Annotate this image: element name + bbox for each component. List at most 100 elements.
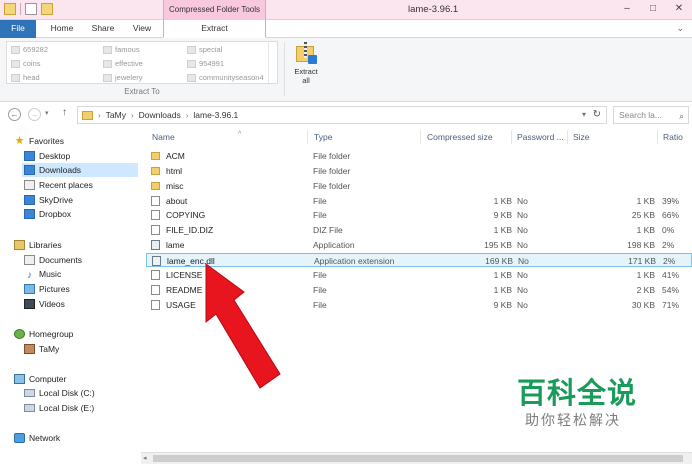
chevron-down-icon[interactable]: ⌄ — [676, 23, 684, 34]
chevron-right-icon[interactable]: › — [131, 111, 134, 120]
tab-share[interactable]: Share — [84, 20, 122, 38]
sidebar-item-downloads[interactable]: Downloads — [22, 163, 138, 177]
destination-item[interactable]: special — [187, 43, 222, 56]
sidebar-item-dropbox[interactable]: Dropbox — [24, 207, 71, 221]
column-header-type[interactable]: Type — [314, 130, 332, 144]
back-button[interactable]: ← — [8, 108, 21, 121]
compressed-size: 1 KB — [493, 284, 512, 295]
sidebar-label: Computer — [29, 374, 67, 384]
sidebar-item-music[interactable]: ♪ Music — [24, 267, 61, 281]
file-size: 30 KB — [631, 299, 655, 310]
sidebar-item-favorites[interactable]: ★ Favorites — [14, 134, 64, 148]
destination-item[interactable]: communityseason4 — [187, 71, 264, 84]
destination-item[interactable]: 954991 — [187, 57, 224, 70]
sidebar-item-libraries[interactable]: Libraries — [14, 238, 62, 252]
destination-item[interactable]: jewelery — [103, 71, 143, 84]
column-divider[interactable] — [567, 130, 568, 144]
destination-label: jewelery — [115, 73, 143, 82]
maximize-button[interactable]: □ — [640, 0, 666, 18]
column-header-name[interactable]: Name ^ — [152, 130, 241, 144]
forward-button[interactable]: → — [28, 108, 41, 121]
destination-item[interactable]: coins — [11, 57, 41, 70]
extract-to-gallery[interactable]: 659282 famous special coins effective 95… — [6, 41, 278, 84]
file-icon — [151, 210, 160, 221]
chevron-down-icon[interactable]: ▾ — [582, 110, 586, 119]
recent-locations-icon[interactable]: ▾ — [45, 109, 49, 117]
breadcrumb-current[interactable]: lame-3.96.1 — [193, 110, 238, 120]
folder-icon — [11, 45, 20, 54]
file-row[interactable]: FILE_ID.DIZ DIZ File 1 KB No 1 KB 0% — [146, 223, 692, 237]
extract-all-button[interactable]: Extract all — [290, 41, 322, 85]
file-row[interactable]: lame Application 195 KB No 198 KB 2% — [146, 238, 692, 252]
gallery-scrollbar[interactable] — [268, 42, 277, 83]
file-row[interactable]: about File 1 KB No 1 KB 39% — [146, 194, 692, 208]
sidebar-label: Videos — [39, 299, 65, 309]
breadcrumb-tamy[interactable]: TaMy — [106, 110, 126, 120]
folder-row[interactable]: ACM File folder — [146, 149, 692, 163]
file-name: USAGE — [166, 299, 196, 310]
sidebar-item-documents[interactable]: Documents — [24, 253, 82, 267]
file-type: File — [313, 284, 327, 295]
breadcrumb-downloads[interactable]: Downloads — [139, 110, 181, 120]
search-input[interactable]: Search la... ⌕ — [613, 106, 689, 124]
sidebar-label: SkyDrive — [39, 195, 74, 205]
folder-row[interactable]: html File folder — [146, 164, 692, 178]
destination-item[interactable]: head — [11, 71, 40, 84]
folder-icon — [11, 59, 20, 68]
folder-icon[interactable] — [4, 3, 16, 15]
sidebar-item-local-c[interactable]: Local Disk (C:) — [24, 386, 95, 400]
tab-extract[interactable]: Extract — [163, 20, 266, 38]
sidebar-item-local-e[interactable]: Local Disk (E:) — [24, 401, 94, 415]
column-divider[interactable] — [511, 130, 512, 144]
column-header-ratio[interactable]: Ratio — [663, 130, 683, 144]
dll-file-icon — [152, 255, 161, 266]
file-name: LICENSE — [166, 269, 203, 280]
scroll-left-icon[interactable]: ◂ — [143, 454, 147, 462]
sidebar-item-network[interactable]: Network — [14, 431, 60, 445]
tab-file[interactable]: File — [0, 20, 36, 38]
compression-ratio: 66% — [662, 210, 680, 221]
destination-item[interactable]: effective — [103, 57, 143, 70]
refresh-icon[interactable]: ↻ — [593, 109, 601, 120]
chevron-right-icon[interactable]: › — [98, 111, 101, 120]
sidebar-item-homegroup[interactable]: Homegroup — [14, 327, 73, 341]
drive-icon — [24, 404, 35, 412]
column-divider[interactable] — [657, 130, 658, 144]
sidebar-item-skydrive[interactable]: SkyDrive — [24, 193, 73, 207]
chevron-right-icon[interactable]: › — [186, 111, 189, 120]
sidebar-label: Documents — [39, 255, 82, 265]
sidebar-item-recent-places[interactable]: Recent places — [24, 178, 93, 192]
column-header-password[interactable]: Password ... — [517, 130, 564, 144]
column-header-compressed-size[interactable]: Compressed size — [427, 130, 493, 144]
close-button[interactable]: ✕ — [666, 0, 692, 18]
compressed-size: 1 KB — [493, 225, 512, 236]
sidebar-item-videos[interactable]: Videos — [24, 297, 65, 311]
sidebar-label: Music — [39, 269, 62, 279]
sidebar-item-pictures[interactable]: Pictures — [24, 282, 70, 296]
up-arrow-icon[interactable]: ↑ — [62, 107, 67, 118]
destination-item[interactable]: famous — [103, 43, 140, 56]
tab-view[interactable]: View — [122, 20, 162, 38]
sidebar-item-desktop[interactable]: Desktop — [24, 149, 70, 163]
libraries-icon — [14, 240, 25, 250]
sidebar-item-computer[interactable]: Computer — [14, 372, 66, 386]
column-divider[interactable] — [420, 130, 421, 144]
column-label: Name — [152, 132, 175, 142]
horizontal-scrollbar[interactable]: ◂ — [141, 452, 692, 464]
new-folder-icon[interactable] — [41, 3, 53, 15]
folder-row[interactable]: misc File folder — [146, 179, 692, 193]
search-icon[interactable]: ⌕ — [679, 108, 684, 123]
column-header-size[interactable]: Size — [573, 130, 590, 144]
minimize-button[interactable]: – — [614, 0, 640, 18]
address-bar[interactable]: › TaMy › Downloads › lame-3.96.1 ▾ ↻ — [77, 106, 607, 124]
sidebar-item-tamy[interactable]: TaMy — [24, 342, 59, 356]
tab-home[interactable]: Home — [40, 20, 84, 38]
properties-icon[interactable] — [25, 3, 37, 15]
scrollbar-thumb[interactable] — [153, 455, 683, 462]
compression-ratio: 2% — [662, 240, 675, 251]
destination-label: effective — [115, 59, 143, 68]
sidebar-label: Downloads — [39, 165, 82, 175]
column-divider[interactable] — [307, 130, 308, 144]
file-row[interactable]: COPYING File 9 KB No 25 KB 66% — [146, 208, 692, 222]
destination-item[interactable]: 659282 — [11, 43, 48, 56]
